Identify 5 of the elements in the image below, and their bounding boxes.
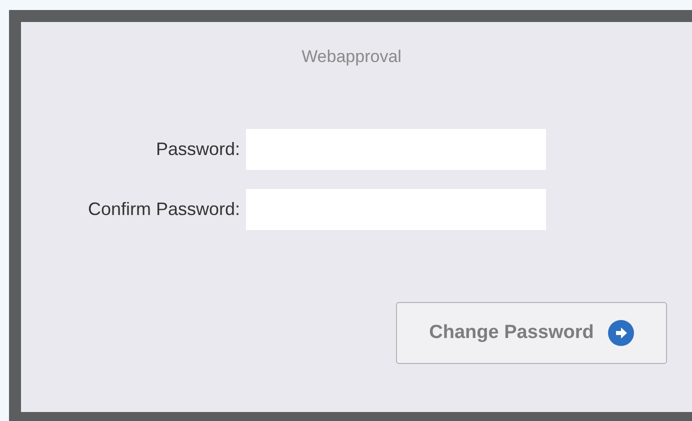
dialog-title: Webapproval xyxy=(300,47,402,67)
field-label: Confirm Password: xyxy=(86,199,240,220)
change-password-button[interactable]: Change Password xyxy=(396,302,667,364)
field-label: Password: xyxy=(154,139,240,160)
arrow-right-icon xyxy=(608,320,634,346)
